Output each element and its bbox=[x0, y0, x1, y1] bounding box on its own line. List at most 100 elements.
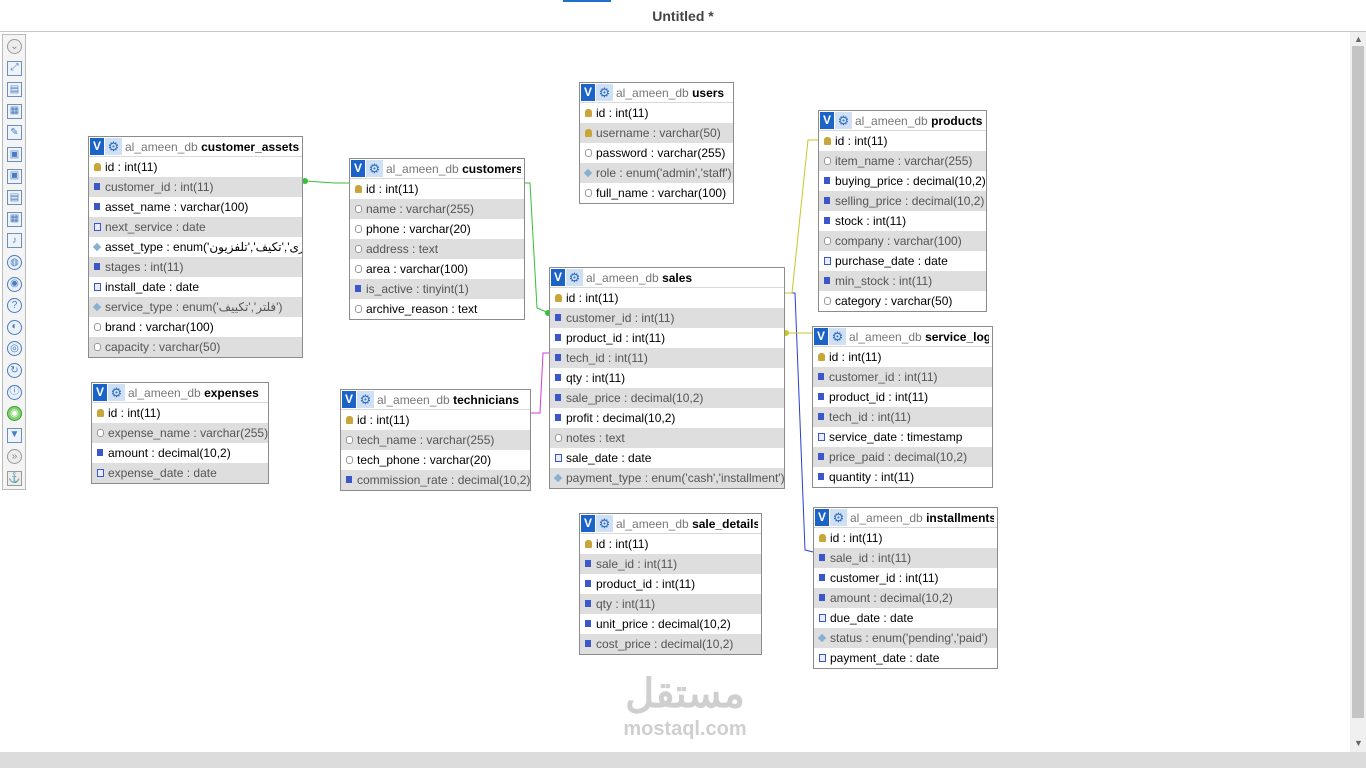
gear-icon[interactable]: ⚙ bbox=[105, 138, 122, 155]
column-row[interactable]: full_name : varchar(100) bbox=[580, 183, 733, 203]
column-row[interactable]: install_date : date bbox=[89, 277, 302, 297]
toggle-columns-icon[interactable]: V bbox=[351, 160, 365, 177]
table-header[interactable]: V ⚙ al_ameen_db products bbox=[819, 111, 986, 131]
table-header[interactable]: V ⚙ al_ameen_db users bbox=[580, 83, 733, 103]
table-technicians[interactable]: V ⚙ al_ameen_db technicians id : int(11) tec… bbox=[340, 389, 531, 491]
gear-icon[interactable]: ⚙ bbox=[357, 391, 374, 408]
gear-icon[interactable]: ⚙ bbox=[830, 509, 847, 526]
column-row[interactable]: product_id : int(11) bbox=[813, 387, 992, 407]
column-row[interactable]: tech_phone : varchar(20) bbox=[341, 450, 530, 470]
table-header[interactable]: V ⚙ al_ameen_db technicians bbox=[341, 390, 530, 410]
gear-icon[interactable]: ⚙ bbox=[829, 328, 846, 345]
column-row[interactable]: tech_id : int(11) bbox=[813, 407, 992, 427]
column-row[interactable]: id : int(11) bbox=[819, 131, 986, 151]
table-customer-assets[interactable]: V ⚙ al_ameen_db customer_assets id : int(11… bbox=[88, 136, 303, 358]
toggle-columns-icon[interactable]: V bbox=[820, 112, 834, 129]
table-sales[interactable]: V ⚙ al_ameen_db sales id : int(11) customer_… bbox=[549, 267, 785, 489]
gear-icon[interactable]: ⚙ bbox=[366, 160, 383, 177]
column-row[interactable]: id : int(11) bbox=[341, 410, 530, 430]
column-row[interactable]: service_date : timestamp bbox=[813, 427, 992, 447]
column-row[interactable]: is_active : tinyint(1) bbox=[350, 279, 524, 299]
column-row[interactable]: product_id : int(11) bbox=[550, 328, 784, 348]
gear-icon[interactable]: ⚙ bbox=[596, 84, 613, 101]
table-header[interactable]: V ⚙ al_ameen_db sale_details bbox=[580, 514, 761, 534]
table-header[interactable]: V ⚙ al_ameen_db sales bbox=[550, 268, 784, 288]
toggle-columns-icon[interactable]: V bbox=[815, 509, 829, 526]
column-row[interactable]: quantity : int(11) bbox=[813, 467, 992, 487]
table-customers[interactable]: V ⚙ al_ameen_db customers id : int(11) name … bbox=[349, 158, 525, 320]
column-row[interactable]: address : text bbox=[350, 239, 524, 259]
table-header[interactable]: V ⚙ al_ameen_db installments bbox=[814, 508, 997, 528]
column-row[interactable]: customer_id : int(11) bbox=[814, 568, 997, 588]
toggle-columns-icon[interactable]: V bbox=[581, 515, 595, 532]
gear-icon[interactable]: ⚙ bbox=[596, 515, 613, 532]
column-row[interactable]: service_type : enum('فلتر','تكييف') bbox=[89, 297, 302, 317]
column-row[interactable]: profit : decimal(10,2) bbox=[550, 408, 784, 428]
column-row[interactable]: id : int(11) bbox=[813, 347, 992, 367]
column-row[interactable]: sale_date : date bbox=[550, 448, 784, 468]
table-header[interactable]: V ⚙ al_ameen_db customers bbox=[350, 159, 524, 179]
column-row[interactable]: role : enum('admin','staff') bbox=[580, 163, 733, 183]
table-header[interactable]: V ⚙ al_ameen_db service_log bbox=[813, 327, 992, 347]
table-products[interactable]: V ⚙ al_ameen_db products id : int(11) item_n… bbox=[818, 110, 987, 312]
table-service-log[interactable]: V ⚙ al_ameen_db service_log id : int(11) cus… bbox=[812, 326, 993, 488]
column-row[interactable]: stock : int(11) bbox=[819, 211, 986, 231]
vertical-scroll-thumb[interactable] bbox=[1352, 46, 1364, 718]
column-row[interactable]: customer_id : int(11) bbox=[550, 308, 784, 328]
table-sale-details[interactable]: V ⚙ al_ameen_db sale_details id : int(11) sa… bbox=[579, 513, 762, 655]
column-row[interactable]: selling_price : decimal(10,2) bbox=[819, 191, 986, 211]
column-row[interactable]: name : varchar(255) bbox=[350, 199, 524, 219]
column-row[interactable]: sale_id : int(11) bbox=[814, 548, 997, 568]
column-row[interactable]: buying_price : decimal(10,2) bbox=[819, 171, 986, 191]
column-row[interactable]: phone : varchar(20) bbox=[350, 219, 524, 239]
horizontal-scrollbar[interactable] bbox=[0, 752, 1350, 768]
column-row[interactable]: item_name : varchar(255) bbox=[819, 151, 986, 171]
column-row[interactable]: category : varchar(50) bbox=[819, 291, 986, 311]
column-row[interactable]: qty : int(11) bbox=[550, 368, 784, 388]
column-row[interactable]: sale_id : int(11) bbox=[580, 554, 761, 574]
column-row[interactable]: brand : varchar(100) bbox=[89, 317, 302, 337]
scroll-up-icon[interactable]: ▲ bbox=[1354, 34, 1363, 44]
column-row[interactable]: price_paid : decimal(10,2) bbox=[813, 447, 992, 467]
column-row[interactable]: customer_id : int(11) bbox=[813, 367, 992, 387]
toggle-columns-icon[interactable]: V bbox=[581, 84, 595, 101]
column-row[interactable]: next_service : date bbox=[89, 217, 302, 237]
table-header[interactable]: V ⚙ al_ameen_db customer_assets bbox=[89, 137, 302, 157]
column-row[interactable]: amount : decimal(10,2) bbox=[814, 588, 997, 608]
gear-icon[interactable]: ⚙ bbox=[835, 112, 852, 129]
column-row[interactable]: qty : int(11) bbox=[580, 594, 761, 614]
column-row[interactable]: stages : int(11) bbox=[89, 257, 302, 277]
column-row[interactable]: id : int(11) bbox=[350, 179, 524, 199]
column-row[interactable]: commission_rate : decimal(10,2) bbox=[341, 470, 530, 490]
gear-icon[interactable]: ⚙ bbox=[108, 384, 125, 401]
column-row[interactable]: asset_name : varchar(100) bbox=[89, 197, 302, 217]
column-row[interactable]: id : int(11) bbox=[92, 403, 268, 423]
column-row[interactable]: id : int(11) bbox=[580, 103, 733, 123]
column-row[interactable]: id : int(11) bbox=[89, 157, 302, 177]
table-users[interactable]: V ⚙ al_ameen_db users id : int(11) username … bbox=[579, 82, 734, 204]
column-row[interactable]: customer_id : int(11) bbox=[89, 177, 302, 197]
column-row[interactable]: id : int(11) bbox=[814, 528, 997, 548]
column-row[interactable]: archive_reason : text bbox=[350, 299, 524, 319]
column-row[interactable]: area : varchar(100) bbox=[350, 259, 524, 279]
vertical-scrollbar[interactable]: ▲ ▼ bbox=[1350, 32, 1366, 752]
column-row[interactable]: status : enum('pending','paid') bbox=[814, 628, 997, 648]
table-installments[interactable]: V ⚙ al_ameen_db installments id : int(11) sa… bbox=[813, 507, 998, 669]
column-row[interactable]: capacity : varchar(50) bbox=[89, 337, 302, 357]
column-row[interactable]: expense_date : date bbox=[92, 463, 268, 483]
column-row[interactable]: notes : text bbox=[550, 428, 784, 448]
column-row[interactable]: username : varchar(50) bbox=[580, 123, 733, 143]
column-row[interactable]: product_id : int(11) bbox=[580, 574, 761, 594]
column-row[interactable]: expense_name : varchar(255) bbox=[92, 423, 268, 443]
toggle-columns-icon[interactable]: V bbox=[90, 138, 104, 155]
column-row[interactable]: company : varchar(100) bbox=[819, 231, 986, 251]
table-expenses[interactable]: V ⚙ al_ameen_db expenses id : int(11) expens… bbox=[91, 382, 269, 484]
toggle-columns-icon[interactable]: V bbox=[551, 269, 565, 286]
toggle-columns-icon[interactable]: V bbox=[93, 384, 107, 401]
column-row[interactable]: payment_type : enum('cash','installment'… bbox=[550, 468, 784, 488]
toggle-columns-icon[interactable]: V bbox=[342, 391, 356, 408]
column-row[interactable]: unit_price : decimal(10,2) bbox=[580, 614, 761, 634]
table-header[interactable]: V ⚙ al_ameen_db expenses bbox=[92, 383, 268, 403]
column-row[interactable]: cost_price : decimal(10,2) bbox=[580, 634, 761, 654]
column-row[interactable]: purchase_date : date bbox=[819, 251, 986, 271]
